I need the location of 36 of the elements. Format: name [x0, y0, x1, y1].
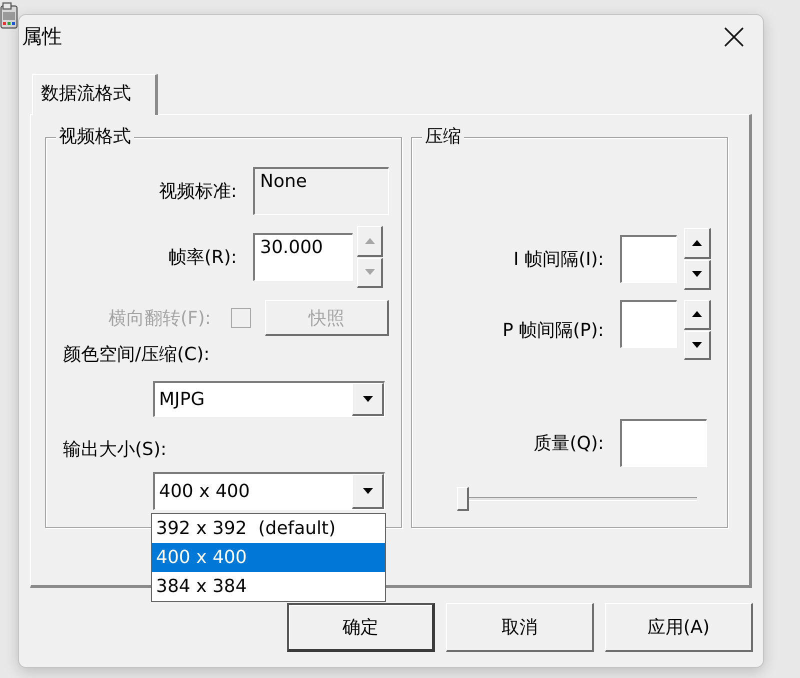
dropdown[interactable]: 400 x 400 [153, 472, 385, 510]
dropdown-arrow-button[interactable] [352, 383, 384, 416]
tab[interactable]: 数据流格式 [32, 74, 158, 115]
field-label: 质量(Q): [534, 432, 604, 455]
checkbox-label: 横向翻转(F): [108, 307, 211, 330]
spin-up-button[interactable] [684, 300, 711, 330]
dropdown[interactable]: MJPG [153, 381, 385, 417]
spin-down-button[interactable] [684, 330, 711, 360]
field-label: P 帧间隔(P): [502, 319, 604, 342]
caret-down-icon [362, 396, 372, 402]
window-title: 属性 [22, 23, 62, 50]
field-label: 输出大小(S): [63, 438, 167, 461]
spin-down-button[interactable] [684, 260, 711, 290]
field-label: I 帧间隔(I): [514, 248, 604, 271]
group-title: 视频格式 [56, 126, 134, 148]
dropdown-arrow-button[interactable] [352, 474, 384, 509]
slider[interactable] [457, 487, 697, 511]
caret-down-icon [362, 488, 372, 494]
input-field[interactable] [620, 419, 707, 467]
input-field[interactable]: 30.000 [253, 233, 353, 281]
spin-up-button[interactable] [684, 228, 711, 258]
input-field[interactable] [620, 235, 677, 283]
read-only-field: None [253, 167, 389, 215]
close-button[interactable] [723, 26, 745, 48]
dropdown-option[interactable]: 392 x 392 (default) [152, 514, 385, 543]
close-icon [723, 26, 745, 48]
dialog-button[interactable]: 取消 [446, 603, 594, 652]
field-label: 帧率(R): [168, 246, 237, 269]
field-label: 颜色空间/压缩(C): [63, 343, 210, 366]
dropdown-option[interactable]: 384 x 384 [152, 572, 385, 601]
slider-thumb[interactable] [457, 487, 469, 511]
dropdown-option[interactable]: 400 x 400 [152, 543, 385, 572]
input-field[interactable] [620, 300, 677, 348]
dialog-button[interactable]: 确定 [287, 603, 435, 652]
dialog-button[interactable]: 应用(A) [605, 603, 753, 652]
field-label: 视频标准: [158, 180, 237, 203]
